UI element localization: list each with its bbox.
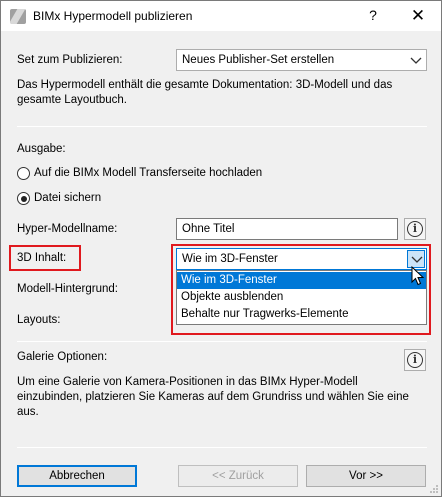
content-3d-select[interactable]: Wie im 3D-Fenster [176,248,427,270]
hypermodel-info-button[interactable]: i [404,218,426,240]
gallery-info-button[interactable]: i [404,349,426,371]
close-button[interactable]: ✕ [407,5,429,27]
content-3d-value: Wie im 3D-Fenster [182,253,278,265]
dropdown-option[interactable]: Behalte nur Tragwerks-Elemente [177,306,426,323]
radio-upload[interactable] [17,167,30,180]
radio-upload-label: Auf die BIMx Modell Transferseite hochla… [34,167,263,179]
help-button[interactable]: ? [363,7,383,25]
title-bar: BIMx Hypermodell publizieren ? ✕ [1,1,441,31]
model-background-label: Modell-Hintergrund: [17,283,118,295]
cancel-button[interactable]: Abbrechen [17,465,137,487]
archicad-app-icon [10,9,26,24]
publisher-set-select[interactable]: Neues Publisher-Set erstellen [176,49,427,71]
content-3d-label: 3D Inhalt: [17,252,67,264]
section-divider [17,341,427,342]
publisher-set-label: Set zum Publizieren: [17,54,123,66]
info-icon: i [407,221,423,237]
resize-grip-icon[interactable] [429,484,439,494]
content-3d-dropdown-list: Wie im 3D-Fenster Objekte ausblenden Beh… [176,270,427,325]
dialog-window: BIMx Hypermodell publizieren ? ✕ Set zum… [0,0,442,497]
chevron-down-icon [410,57,422,64]
output-label: Ausgabe: [17,143,66,155]
next-button[interactable]: Vor >> [306,465,426,487]
layouts-label: Layouts: [17,314,61,326]
gallery-options-label: Galerie Optionen: [17,351,108,363]
section-divider [17,126,427,127]
window-title: BIMx Hypermodell publizieren [33,9,193,23]
gallery-description: Um eine Galerie von Kamera-Positionen in… [17,376,409,418]
dropdown-option[interactable]: Objekte ausblenden [177,289,426,306]
dropdown-option[interactable]: Wie im 3D-Fenster [177,272,426,289]
publisher-set-value: Neues Publisher-Set erstellen [182,54,335,66]
hypermodel-name-label: Hyper-Modellname: [17,223,118,235]
mouse-cursor-icon [411,266,425,286]
publisher-set-description: Das Hypermodell enthält die gesamte Doku… [17,79,393,106]
hypermodel-name-input[interactable]: Ohne Titel [176,218,398,240]
info-icon: i [407,352,423,368]
back-button[interactable]: << Zurück [178,465,298,487]
radio-save-file-label: Datei sichern [34,192,102,204]
radio-save-file[interactable] [17,192,30,205]
section-divider [17,447,427,448]
hypermodel-name-value: Ohne Titel [182,223,235,235]
